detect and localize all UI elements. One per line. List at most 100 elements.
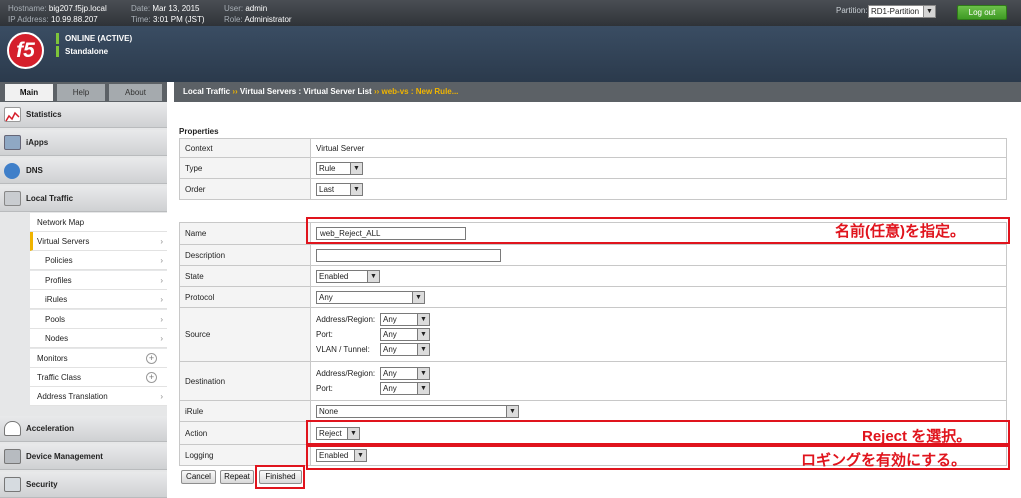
host-info: Hostname: big207.f5jp.local IP Address: … <box>8 3 107 25</box>
cancel-button[interactable]: Cancel <box>181 470 216 484</box>
globe-icon <box>4 163 20 179</box>
sidebar-item-label: iRules <box>45 295 68 304</box>
source-fields: Address/Region: Any ▼ Port: Any ▼ VLAN / Tun… <box>310 307 1007 362</box>
sidebar-section-dns[interactable]: DNS <box>0 158 167 184</box>
sidebar-section-label: Device Management <box>26 452 103 461</box>
source-vlan-select[interactable]: Any ▼ <box>380 343 430 357</box>
user-info: User: admin Role: Administrator <box>224 3 292 25</box>
chevron-down-icon: ▼ <box>367 270 379 282</box>
sidebar-item-policies[interactable]: Policies › <box>30 251 167 270</box>
sidebar-item-profiles[interactable]: Profiles › <box>30 271 167 290</box>
sidebar-item-address-translation[interactable]: Address Translation › <box>30 387 167 406</box>
gauge-icon <box>4 421 21 436</box>
sidebar-item-traffic-class[interactable]: Traffic Class + <box>30 368 167 387</box>
irule-select[interactable]: None ▼ <box>316 404 519 418</box>
sidebar-item-irules[interactable]: iRules › <box>30 290 167 309</box>
destination-address-select[interactable]: Any ▼ <box>380 367 430 381</box>
plus-circle-icon[interactable]: + <box>146 353 157 364</box>
destination-port-select[interactable]: Any ▼ <box>380 382 430 396</box>
sidebar-item-pools[interactable]: Pools › <box>30 310 167 329</box>
logging-value: Enabled <box>319 450 349 460</box>
sidebar-section-statistics[interactable]: Statistics <box>0 102 167 128</box>
state-label: State <box>179 265 311 287</box>
sidebar-section-device-management[interactable]: Device Management <box>0 444 167 470</box>
breadcrumb-local-traffic[interactable]: Local Traffic <box>183 87 230 96</box>
logging-label: Logging <box>179 444 311 466</box>
date-value: Mar 13, 2015 <box>152 4 200 13</box>
top-status-bar: Hostname: big207.f5jp.local IP Address: … <box>0 0 1021 26</box>
type-label: Type <box>179 157 311 179</box>
chevron-right-icon: › <box>160 276 163 285</box>
user-label: User: <box>224 4 244 13</box>
context-value: Virtual Server <box>310 138 1007 158</box>
action-annotation: Reject を選択。 <box>862 428 972 445</box>
destination-port-label: Port: <box>316 384 333 393</box>
name-label: Name <box>179 222 311 245</box>
chevron-down-icon: ▼ <box>417 383 429 395</box>
context-label: Context <box>179 138 311 158</box>
chevron-down-icon: ▼ <box>506 405 518 417</box>
tab-main[interactable]: Main <box>5 84 53 101</box>
name-input[interactable]: web_Reject_ALL <box>316 227 466 240</box>
finished-button[interactable]: Finished <box>259 470 302 484</box>
chevron-down-icon: ▼ <box>923 6 935 17</box>
repeat-button[interactable]: Repeat <box>220 470 254 484</box>
chevron-down-icon: ▼ <box>347 427 359 439</box>
f5-logo: f5 <box>7 32 44 69</box>
description-input[interactable] <box>316 248 501 262</box>
time-value: 3:01 PM (JST) <box>152 15 205 24</box>
chart-icon <box>4 107 21 122</box>
source-address-select[interactable]: Any ▼ <box>380 313 430 327</box>
state-value: Enabled <box>319 271 349 281</box>
logging-select[interactable]: Enabled ▼ <box>316 448 367 462</box>
hostname-label: Hostname: <box>8 4 47 13</box>
sidebar-item-nodes[interactable]: Nodes › <box>30 329 167 348</box>
logout-button[interactable]: Log out <box>957 5 1007 20</box>
breadcrumb-current: web-vs : New Rule... <box>381 87 459 96</box>
time-label: Time: <box>131 15 151 24</box>
sidebar-item-label: Network Map <box>37 218 85 227</box>
destination-address-label: Address/Region: <box>316 369 376 378</box>
plus-circle-icon[interactable]: + <box>146 372 157 383</box>
chevron-down-icon: ▼ <box>350 183 362 195</box>
sidebar-section-label: Statistics <box>26 110 62 119</box>
sidebar-section-acceleration[interactable]: Acceleration <box>0 416 167 442</box>
state-select[interactable]: Enabled ▼ <box>316 269 380 283</box>
tab-about[interactable]: About <box>109 84 162 101</box>
order-value: Last <box>319 184 335 194</box>
chevron-right-icon: › <box>160 392 163 401</box>
description-label: Description <box>179 244 311 266</box>
action-label: Action <box>179 421 311 445</box>
user-value: admin <box>245 4 268 13</box>
device-icon <box>4 449 21 464</box>
type-select[interactable]: Rule ▼ <box>316 161 363 175</box>
order-select[interactable]: Last ▼ <box>316 182 363 196</box>
chevron-right-icon: › <box>160 315 163 324</box>
sidebar-item-virtual-servers[interactable]: Virtual Servers › <box>30 232 167 251</box>
protocol-select[interactable]: Any ▼ <box>316 290 425 304</box>
protocol-label: Protocol <box>179 286 311 308</box>
partition-value: RD1-Partition <box>871 7 920 16</box>
sidebar-item-monitors[interactable]: Monitors + <box>30 349 167 368</box>
breadcrumb-virtual-server-list[interactable]: Virtual Servers : Virtual Server List <box>240 87 372 96</box>
action-select[interactable]: Reject ▼ <box>316 426 360 440</box>
destination-fields: Address/Region: Any ▼ Port: Any ▼ <box>310 361 1007 401</box>
sidebar-item-label: Address Translation <box>37 392 108 401</box>
partition-select[interactable]: RD1-Partition ▼ <box>868 5 936 18</box>
sidebar-section-label: DNS <box>26 166 43 175</box>
sidebar-item-network-map[interactable]: Network Map <box>30 213 167 232</box>
sidebar-section-iapps[interactable]: iApps <box>0 130 167 156</box>
role-label: Role: <box>224 15 243 24</box>
sidebar-section-security[interactable]: Security <box>0 472 167 498</box>
role-value: Administrator <box>244 15 292 24</box>
order-label: Order <box>179 178 311 200</box>
hostname-value: big207.f5jp.local <box>48 4 107 13</box>
chevron-down-icon: ▼ <box>354 449 366 461</box>
sidebar-section-local-traffic[interactable]: Local Traffic <box>0 186 167 212</box>
source-port-select[interactable]: Any ▼ <box>380 328 430 342</box>
tab-help[interactable]: Help <box>57 84 105 101</box>
sidebar-item-label: Pools <box>45 315 66 324</box>
sidebar-section-label: Security <box>26 480 58 489</box>
source-label: Source <box>179 307 311 362</box>
sidebar-section-label: iApps <box>26 138 49 147</box>
